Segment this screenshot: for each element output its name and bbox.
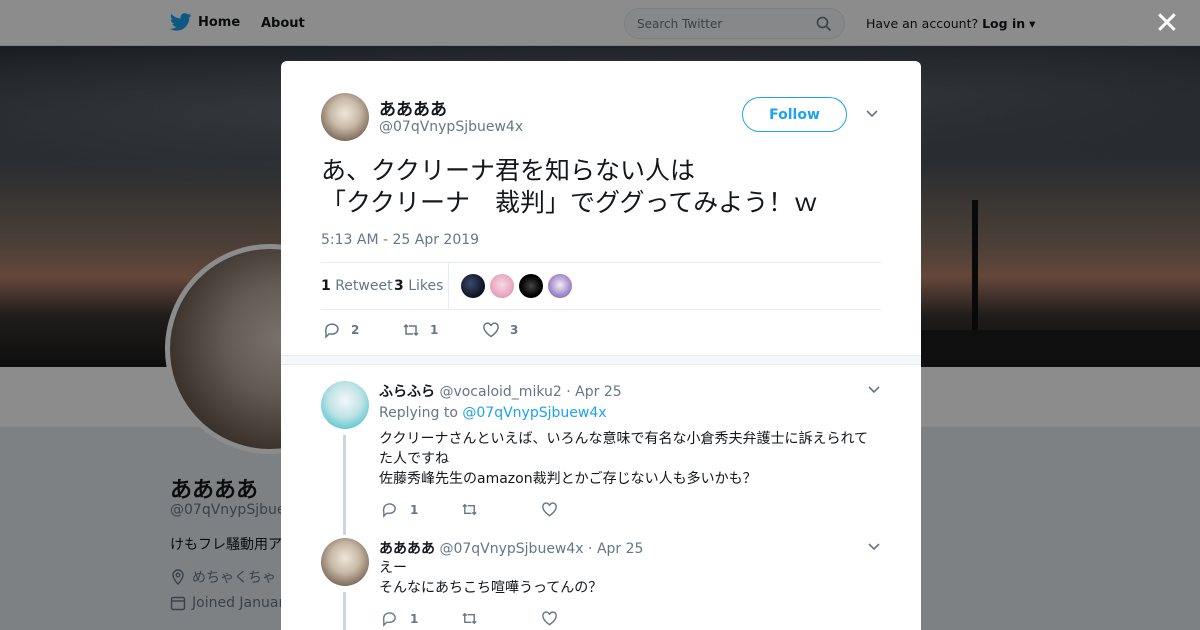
tweet-text: あ、ククリーナ君を知らない人は 「ククリーナ 裁判」でググってみよう！ｗ bbox=[321, 155, 891, 219]
heart-icon bbox=[483, 322, 499, 338]
follow-button[interactable]: Follow bbox=[742, 97, 847, 132]
chevron-down-icon[interactable] bbox=[867, 540, 881, 554]
liker-avatar[interactable] bbox=[461, 274, 485, 298]
reply-actions: 1 bbox=[381, 501, 681, 521]
liker-avatar[interactable] bbox=[519, 274, 543, 298]
reply-icon bbox=[382, 503, 396, 518]
like-action[interactable] bbox=[541, 501, 558, 518]
tweet-text-line: 「ククリーナ 裁判」でググってみよう！ｗ bbox=[321, 188, 819, 217]
like-action[interactable] bbox=[541, 610, 558, 627]
retweet-action[interactable] bbox=[461, 501, 478, 518]
reply-header: ああああ @07qVnypSjbuew4x · Apr 25 bbox=[379, 538, 643, 558]
reply-action[interactable]: 2 bbox=[323, 321, 359, 339]
reply-author-handle[interactable]: @07qVnypSjbuew4x bbox=[439, 541, 583, 557]
reply-text-line: 佐藤秀峰先生のamazon裁判とかご存じない人も多いかも？ bbox=[379, 471, 757, 487]
reply-action[interactable]: 1 bbox=[381, 610, 418, 627]
liker-avatar[interactable] bbox=[548, 274, 572, 298]
reply-dot: · bbox=[566, 384, 571, 400]
likes-stat[interactable]: 3 Likes bbox=[394, 278, 443, 294]
reply-text-line: ククリーナさんといえば、いろんな意味で有名な小倉秀夫弁護士に訴えられて bbox=[379, 431, 869, 447]
reply-date[interactable]: Apr 25 bbox=[575, 384, 621, 400]
tweet-timestamp[interactable]: 5:13 AM - 25 Apr 2019 bbox=[321, 232, 479, 248]
liker-avatar[interactable] bbox=[490, 274, 514, 298]
reply-count: 1 bbox=[410, 502, 419, 517]
tweet-author-name[interactable]: ああああ bbox=[379, 95, 447, 120]
reply-text-line: そんなにあちこち喧嘩うってんの？ bbox=[379, 580, 603, 596]
chevron-down-icon[interactable] bbox=[865, 107, 879, 121]
thread-line bbox=[343, 592, 346, 630]
reply-tweet[interactable]: ふらふら @vocaloid_miku2 · Apr 25 Replying t… bbox=[321, 381, 881, 541]
retweet-action[interactable] bbox=[461, 610, 478, 627]
tweet-stats: 1 Retweet 3 Likes bbox=[321, 262, 881, 310]
tweet-author-avatar[interactable] bbox=[321, 93, 369, 141]
reply-text-line: た人ですね bbox=[379, 451, 449, 467]
thread-line bbox=[343, 435, 346, 535]
replying-to-prefix: Replying to bbox=[379, 405, 458, 421]
reply-text: えー そんなにあちこち喧嘩うってんの？ bbox=[379, 558, 879, 598]
tweet-actions: 2 1 3 bbox=[321, 319, 621, 343]
retweet-action[interactable]: 1 bbox=[402, 321, 438, 339]
reply-author-name[interactable]: ふらふら bbox=[379, 384, 435, 400]
reply-author-avatar[interactable] bbox=[321, 538, 369, 586]
reply-text: ククリーナさんといえば、いろんな意味で有名な小倉秀夫弁護士に訴えられて た人です… bbox=[379, 429, 879, 489]
likes-count: 3 bbox=[394, 278, 404, 294]
reply-author-handle[interactable]: @vocaloid_miku2 bbox=[439, 384, 561, 400]
reply-actions: 1 bbox=[381, 610, 681, 630]
retweet-count: 1 bbox=[430, 323, 439, 337]
reply-header: ふらふら @vocaloid_miku2 · Apr 25 bbox=[379, 381, 622, 401]
retweet-icon bbox=[462, 612, 477, 625]
replying-to: Replying to @07qVnypSjbuew4x bbox=[379, 405, 607, 421]
reply-tweet[interactable]: ああああ @07qVnypSjbuew4x · Apr 25 えー そんなにあち… bbox=[321, 538, 881, 630]
retweets-label: Retweet bbox=[335, 278, 393, 294]
heart-icon bbox=[542, 611, 557, 626]
reply-action[interactable]: 1 bbox=[381, 501, 418, 518]
likes-label: Likes bbox=[408, 278, 444, 294]
tweet-text-line: あ、ククリーナ君を知らない人は bbox=[321, 156, 696, 185]
retweet-icon bbox=[462, 503, 477, 516]
reply-count: 1 bbox=[410, 611, 419, 626]
chevron-down-icon[interactable] bbox=[867, 383, 881, 397]
tweet-author-handle[interactable]: @07qVnypSjbuew4x bbox=[379, 119, 523, 135]
reply-dot: · bbox=[588, 541, 593, 557]
tweet-modal: ああああ @07qVnypSjbuew4x Follow あ、ククリーナ君を知ら… bbox=[281, 61, 921, 630]
replies-separator bbox=[281, 355, 921, 365]
retweets-stat[interactable]: 1 Retweet bbox=[321, 278, 393, 294]
replying-to-link[interactable]: @07qVnypSjbuew4x bbox=[462, 405, 606, 421]
stats-divider bbox=[448, 263, 449, 309]
reply-author-avatar[interactable] bbox=[321, 381, 369, 429]
heart-icon bbox=[542, 502, 557, 517]
reply-count: 2 bbox=[351, 323, 360, 337]
reply-author-name[interactable]: ああああ bbox=[379, 541, 435, 557]
reply-icon bbox=[324, 323, 339, 339]
retweet-icon bbox=[403, 323, 419, 337]
close-icon[interactable]: ✕ bbox=[1154, 9, 1180, 39]
reply-text-line: えー bbox=[379, 560, 407, 576]
like-action[interactable]: 3 bbox=[482, 321, 518, 339]
reply-icon bbox=[382, 612, 396, 627]
like-count: 3 bbox=[510, 323, 519, 337]
retweets-count: 1 bbox=[321, 278, 331, 294]
reply-date[interactable]: Apr 25 bbox=[597, 541, 643, 557]
